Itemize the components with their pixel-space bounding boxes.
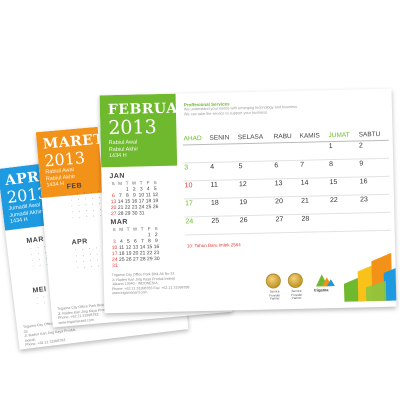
mini-day: 29 [124, 210, 131, 217]
mini-calendar-grid: S M T W T F S 1 2 3 4 5 6 7 8 9 10 11 12… [110, 180, 160, 217]
mini-day: 27 [132, 256, 139, 263]
day-cell: 13 [273, 178, 300, 197]
company-logo-text: trigama [313, 287, 329, 293]
day-cell [237, 142, 274, 162]
mini-calendar-title: JAN [109, 172, 126, 181]
month-year: 2013 [108, 116, 157, 140]
day-cell [359, 212, 391, 231]
week-row: 24 25 26 27 28 [184, 212, 391, 235]
mini-calendar-grid: S M T W T F S 1 2 3 4 5 6 7 8 9 10 11 12… [111, 226, 161, 269]
day-cell: 15 [328, 176, 360, 196]
day-cell: 2 [357, 140, 390, 159]
holiday-note: 10: Tahun Baru Imlek 2564 [186, 242, 241, 249]
weekday-label: JUMAT [327, 129, 358, 142]
company-address: Trigama City Office Park Blok A6 No 33 J… [112, 271, 202, 296]
mini-day: 30 [153, 256, 160, 263]
day-cell: 26 [238, 214, 275, 234]
day-cell: 7 [299, 159, 329, 179]
calendar-page-february: FEBRUARY 2013 Rabiul Awal Rabiul Akhir 1… [99, 88, 397, 314]
day-cell: 4 [209, 161, 238, 181]
day-cell [329, 212, 360, 232]
day-cell: 21 [299, 195, 330, 215]
day-cell: 6 [273, 160, 300, 179]
badge-caption: Service Provider Partner [268, 289, 281, 301]
day-cell: 8 [328, 158, 359, 178]
day-cell: 18 [209, 197, 239, 217]
mini-day: 31 [138, 210, 145, 217]
mini-day: 26 [152, 204, 159, 211]
decorative-bars-graphic [343, 252, 397, 302]
day-cell [208, 143, 238, 163]
month-grid: AHAD SENIN SELASA RABU KAMIS JUMAT SABTU… [182, 128, 391, 236]
mini-day: 29 [146, 256, 153, 263]
day-cell: 11 [209, 179, 239, 199]
mini-day: 28 [117, 210, 124, 217]
mini-day: 26 [125, 256, 132, 263]
day-cell: 1 [327, 140, 359, 160]
website-link: www.trigamacard.com [112, 290, 148, 296]
weekday-label: SENIN [208, 132, 238, 145]
mini-calendar-jan: JAN S M T W T F S 1 2 3 4 5 6 7 8 9 10 1… [109, 172, 159, 217]
day-cell [298, 141, 329, 161]
mini-day: 30 [131, 210, 138, 217]
day-cell: 17 [183, 198, 211, 217]
day-cell-holiday: 10 [183, 180, 210, 199]
day-cell: 20 [274, 196, 301, 215]
mini-calendar-title: MAR [110, 218, 128, 227]
day-cell: 16 [358, 176, 390, 195]
day-cell: 25 [210, 215, 240, 235]
day-cell [272, 142, 300, 161]
hijri-line: 1434 H [108, 152, 127, 160]
day-cell: 24 [184, 216, 211, 235]
company-logo-icon [315, 274, 335, 287]
day-cell: 3 [183, 162, 210, 181]
day-cell: 22 [328, 194, 360, 214]
weekday-label: SABTU [357, 128, 389, 141]
day-cell [182, 144, 210, 163]
mini-day [152, 210, 159, 216]
day-cell: 27 [274, 214, 301, 233]
mini-day: 31 [112, 262, 118, 270]
badge-caption: Service Provider Partner [290, 288, 303, 301]
weekday-label: AHAD [182, 132, 209, 145]
mini-day: 25 [118, 256, 125, 263]
month-header-february: FEBRUARY 2013 Rabiul Awal Rabiul Akhir 1… [99, 93, 200, 168]
day-cell: 23 [359, 194, 391, 213]
weekday-label: SELASA [236, 131, 273, 144]
weekday-label: KAMIS [298, 130, 328, 143]
day-cell: 5 [237, 160, 274, 180]
services-blurb: Proffesional Services We understand your… [184, 98, 364, 116]
day-cell: 28 [300, 213, 330, 233]
weekday-label: RABU [272, 130, 299, 143]
mini-day: 25 [145, 204, 152, 211]
mini-calendar-mar: MAR S M T W T F S 1 2 3 4 5 6 7 8 9 10 1… [110, 218, 160, 269]
day-cell: 19 [238, 196, 275, 216]
day-cell: 9 [358, 158, 390, 177]
mini-day: 28 [139, 256, 146, 263]
partner-badge-icon: Service Provider Partner [265, 273, 281, 301]
day-cell: 14 [299, 177, 329, 197]
mini-day [153, 262, 160, 268]
day-cell: 12 [237, 178, 275, 198]
mini-day: 27 [110, 210, 117, 218]
partner-badge-icon: Service Provider Partner [287, 272, 303, 300]
